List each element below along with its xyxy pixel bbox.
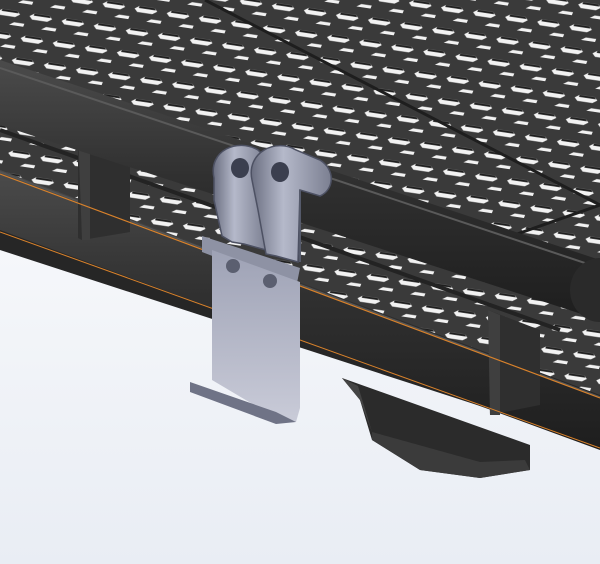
clamp-bore <box>231 158 249 178</box>
clamp-bore <box>271 162 289 182</box>
cad-scene[interactable] <box>0 0 600 564</box>
bolt-head[interactable] <box>263 274 277 288</box>
cad-viewport[interactable] <box>0 0 600 564</box>
bolt-head[interactable] <box>226 259 240 273</box>
